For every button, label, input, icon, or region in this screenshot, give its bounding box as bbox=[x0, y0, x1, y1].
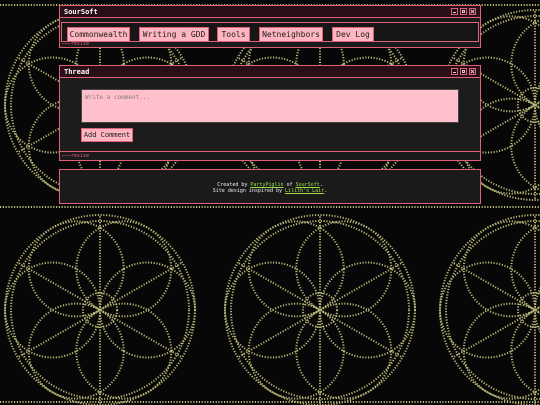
nav-button-netneighbors[interactable]: Netneighbors bbox=[259, 27, 323, 42]
minimize-icon[interactable] bbox=[451, 8, 458, 15]
nav-window-title: SourSoft bbox=[64, 7, 98, 16]
nav-button-writing-a-gdd[interactable]: Writing a GDD bbox=[139, 27, 209, 42]
nav-button-commonwealth[interactable]: Commonwealth bbox=[67, 27, 130, 42]
nav-resize-handle[interactable]: ⌐⌐⌐resize bbox=[62, 42, 89, 47]
minimize-icon[interactable] bbox=[451, 68, 458, 75]
nav-window-titlebar[interactable]: SourSoft bbox=[60, 6, 480, 18]
thread-window: Thread Write a comment... Add Comment ⌐⌐… bbox=[59, 65, 481, 161]
maximize-icon[interactable] bbox=[460, 8, 467, 15]
thread-window-title: Thread bbox=[64, 67, 90, 76]
footer: Created by PartyPiglin of SourSoft. Site… bbox=[59, 169, 481, 204]
comment-input[interactable]: Write a comment... bbox=[81, 89, 459, 123]
nav-button-dev-log[interactable]: Dev Log bbox=[332, 27, 374, 42]
nav-window: SourSoft Commonwealth Writing a GDD Tool… bbox=[59, 5, 481, 48]
close-icon[interactable] bbox=[469, 8, 476, 15]
inspiration-link[interactable]: Lilith's Lair bbox=[285, 188, 324, 194]
window-controls bbox=[451, 8, 476, 15]
close-icon[interactable] bbox=[469, 68, 476, 75]
nav-bar: Commonwealth Writing a GDD Tools Netneig… bbox=[61, 22, 479, 42]
thread-window-titlebar[interactable]: Thread bbox=[60, 66, 480, 78]
footer-inspired-line: Site design inspired by Lilith's Lair. bbox=[60, 188, 480, 194]
add-comment-button[interactable]: Add Comment bbox=[81, 128, 133, 142]
maximize-icon[interactable] bbox=[460, 68, 467, 75]
footer-inspired-by: Site design inspired by bbox=[212, 188, 283, 194]
nav-button-tools[interactable]: Tools bbox=[217, 27, 250, 42]
window-controls bbox=[451, 68, 476, 75]
thread-resize-handle[interactable]: ⌐⌐⌐resize bbox=[62, 154, 89, 159]
thread-body: Write a comment... Add Comment bbox=[60, 78, 480, 152]
footer-period: . bbox=[324, 188, 328, 194]
